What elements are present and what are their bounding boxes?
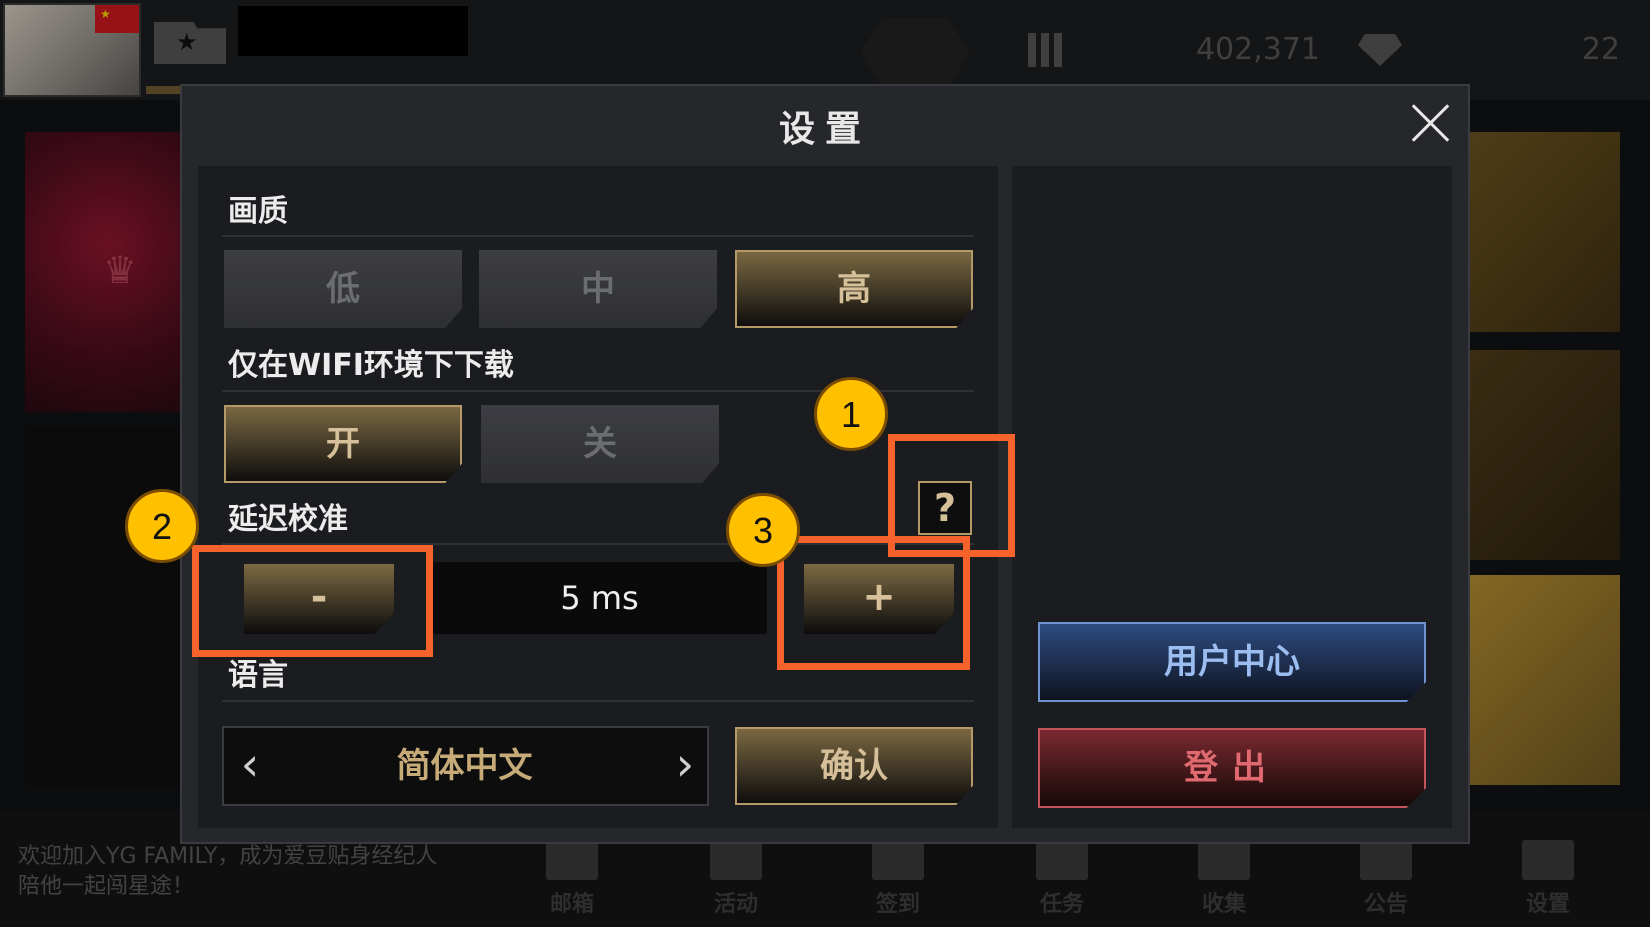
language-value: 简体中文 bbox=[396, 746, 533, 786]
chevron-right-icon[interactable]: › bbox=[665, 741, 705, 790]
annotation-marker-2: 2 bbox=[125, 489, 199, 563]
quality-high-button[interactable]: 高 bbox=[735, 250, 973, 328]
wifi-download-label: 仅在WIFI环境下下载 bbox=[228, 348, 514, 383]
highlight-box-2 bbox=[192, 545, 433, 657]
user-center-button[interactable]: 用户中心 bbox=[1038, 622, 1426, 702]
wifi-on-button[interactable]: 开 bbox=[224, 405, 462, 483]
delay-value: 5 ms bbox=[560, 579, 639, 617]
wifi-off-button[interactable]: 关 bbox=[481, 405, 719, 483]
annotation-marker-1: 1 bbox=[814, 377, 888, 451]
language-confirm-button[interactable]: 确认 bbox=[735, 727, 973, 805]
logout-button[interactable]: 登出 bbox=[1038, 728, 1426, 808]
delay-calibration-label: 延迟校准 bbox=[228, 502, 348, 537]
quality-medium-button[interactable]: 中 bbox=[479, 250, 717, 328]
annotation-marker-3: 3 bbox=[726, 493, 800, 567]
divider bbox=[222, 700, 974, 702]
divider bbox=[222, 235, 974, 237]
dialog-title: 设置 bbox=[778, 109, 871, 150]
quality-label: 画质 bbox=[228, 194, 288, 229]
highlight-box-3 bbox=[777, 536, 970, 670]
quality-low-button[interactable]: 低 bbox=[224, 250, 462, 328]
close-icon[interactable] bbox=[1405, 98, 1455, 148]
